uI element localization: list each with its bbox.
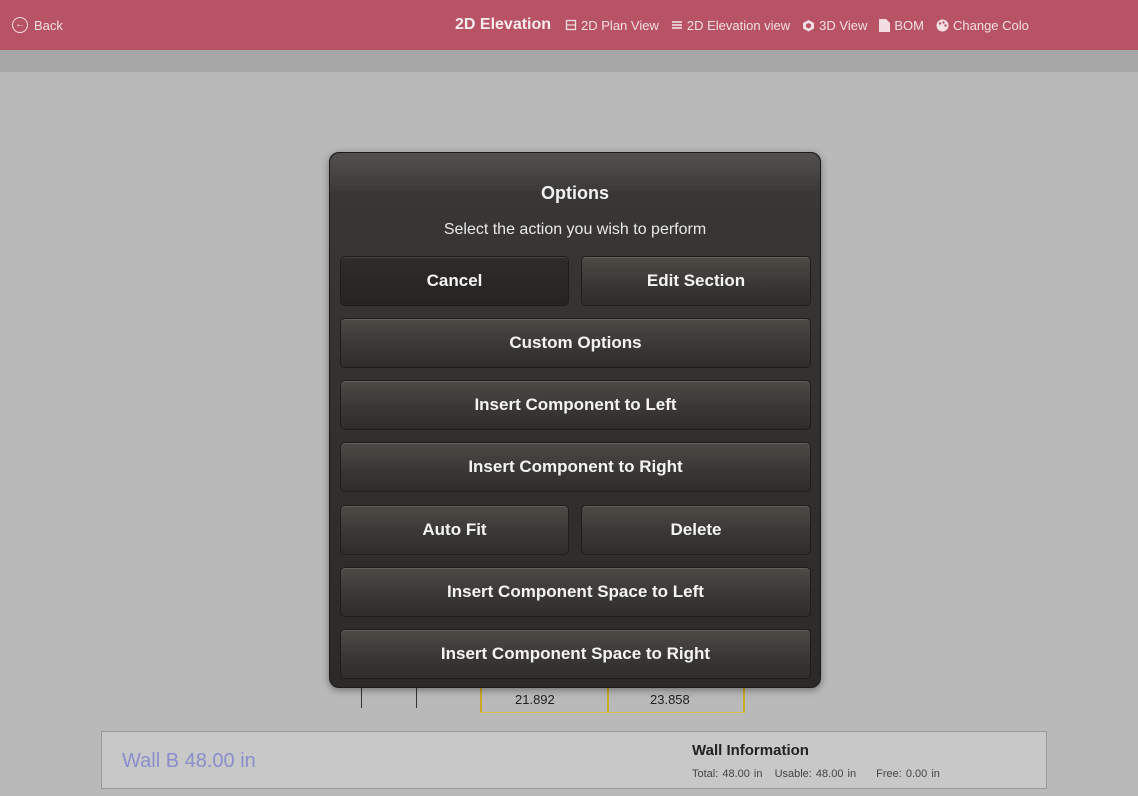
wall-info-panel: Wall B 48.00 in Wall Information Total: … xyxy=(101,731,1047,789)
wall-free: Free: 0.00 in xyxy=(876,768,940,780)
options-dialog: Options Select the action you wish to pe… xyxy=(329,152,821,688)
list-icon xyxy=(671,21,682,29)
auto-fit-button[interactable]: Auto Fit xyxy=(340,505,569,555)
nav-label: Change Colo xyxy=(952,17,1029,33)
nav-2d-elevation-view[interactable]: 2D Elevation view xyxy=(671,18,790,33)
dimension-label: 21.892 xyxy=(515,692,555,707)
nav-label: BOM xyxy=(894,17,924,33)
nav-label: 3D View xyxy=(819,17,868,33)
nav-2d-plan-view[interactable]: 2D Plan View xyxy=(565,18,659,33)
back-label: Back xyxy=(34,17,63,33)
view-nav: 2D Elevation 2D Plan View 2D Elevation v… xyxy=(455,0,1029,50)
palette-icon xyxy=(936,19,949,31)
nav-label: 2D Elevation view xyxy=(686,17,791,33)
back-arrow-icon: ← xyxy=(12,17,28,33)
insert-component-left-button[interactable]: Insert Component to Left xyxy=(340,380,811,430)
wall-usable: Usable: 48.00 in xyxy=(774,768,857,780)
page-title: 2D Elevation xyxy=(455,16,552,33)
drawing-line xyxy=(416,688,417,708)
dialog-title: Options xyxy=(541,183,609,203)
wall-info-stats: Total: 48.00 in Usable: 48.00 in Free: 0… xyxy=(692,768,948,780)
top-navigation-bar: ← Back 2D Elevation 2D Plan View 2D Elev… xyxy=(0,0,1138,50)
insert-space-right-button[interactable]: Insert Component Space to Right xyxy=(340,629,811,679)
insert-component-right-button[interactable]: Insert Component to Right xyxy=(340,442,811,492)
cancel-button[interactable]: Cancel xyxy=(340,256,569,306)
wall-name[interactable]: Wall B 48.00 in xyxy=(122,750,256,773)
dimension-label: 23.858 xyxy=(650,692,690,707)
cube-icon xyxy=(803,19,815,31)
toolbar-strip xyxy=(0,50,1138,72)
nav-3d-view[interactable]: 3D View xyxy=(802,18,867,33)
nav-change-color[interactable]: Change Colo xyxy=(936,18,1029,33)
nav-label: 2D Plan View xyxy=(581,17,659,33)
wall-total: Total: 48.00 in xyxy=(692,768,763,780)
insert-space-left-button[interactable]: Insert Component Space to Left xyxy=(340,567,811,617)
delete-button[interactable]: Delete xyxy=(581,505,811,555)
custom-options-button[interactable]: Custom Options xyxy=(340,318,811,368)
edit-section-button[interactable]: Edit Section xyxy=(581,256,811,306)
back-button[interactable]: ← Back xyxy=(12,0,63,50)
document-icon xyxy=(879,18,891,32)
drawing-line xyxy=(361,688,362,708)
dialog-subtitle: Select the action you wish to perform xyxy=(443,221,707,238)
nav-bom[interactable]: BOM xyxy=(879,18,924,33)
plan-view-icon xyxy=(565,19,577,31)
wall-info-title: Wall Information xyxy=(692,742,809,759)
